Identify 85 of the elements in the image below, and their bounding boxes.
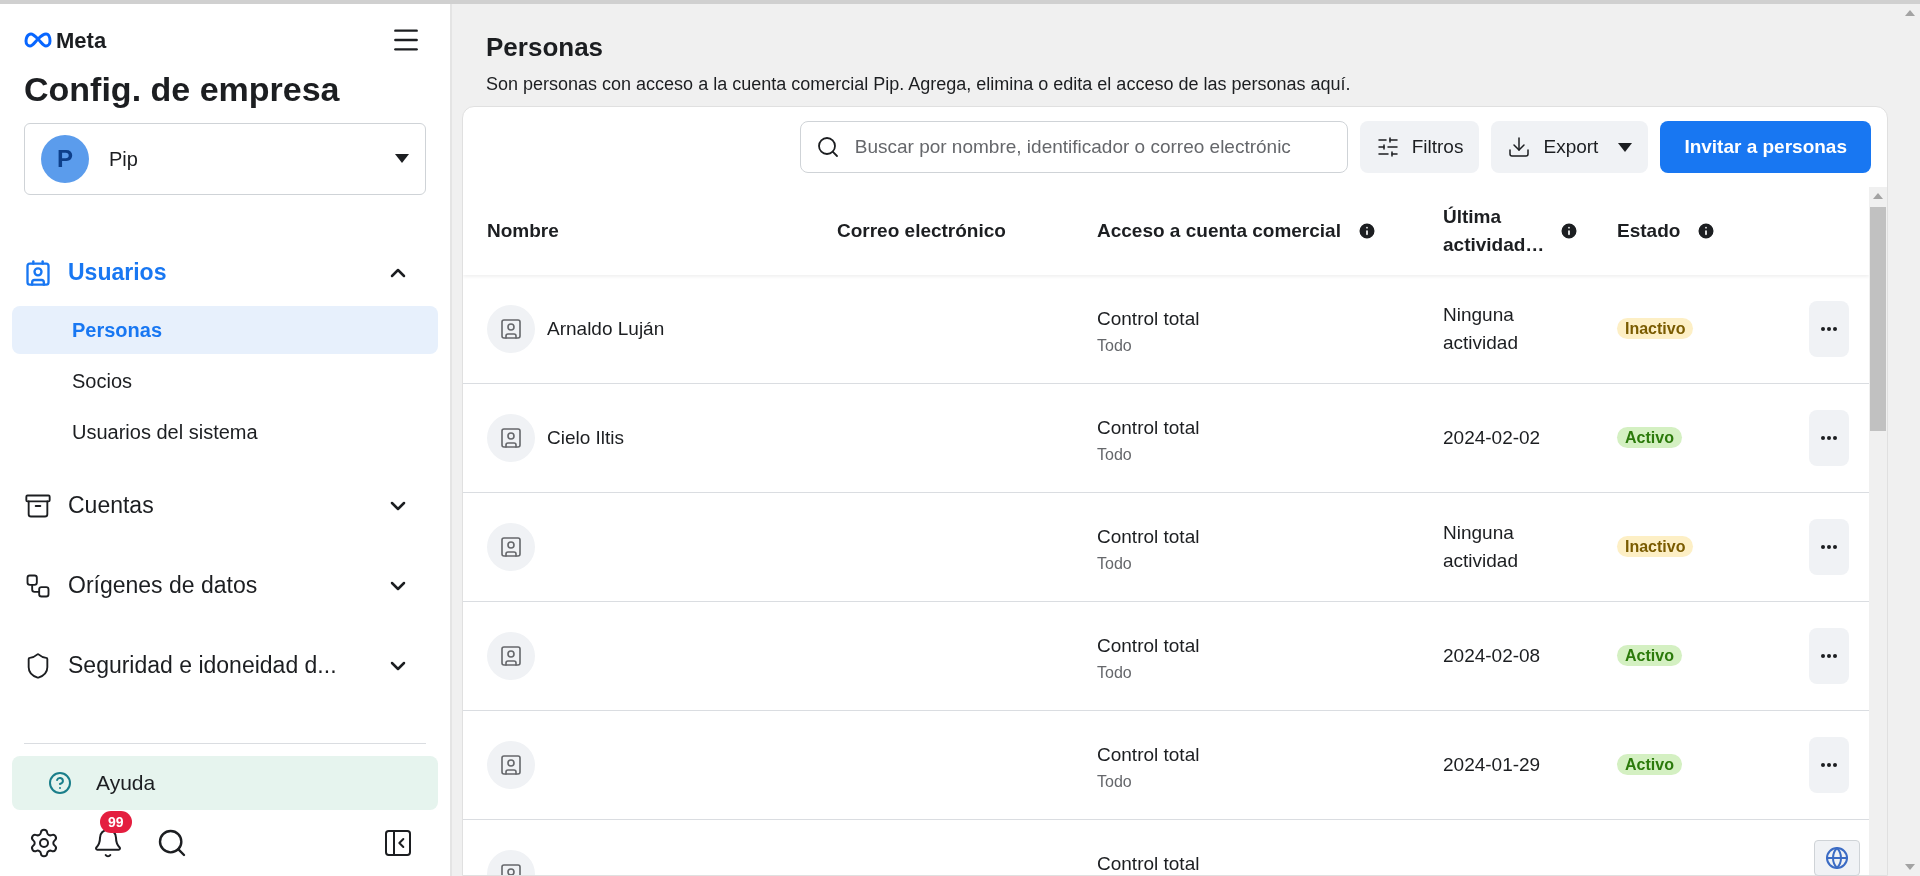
info-icon [1696,221,1717,241]
person-name: Arnaldo Luján [547,316,665,341]
brand-name: Meta [56,26,107,55]
more-button[interactable] [1809,737,1849,793]
nav-item[interactable]: Usuarios del sistema [12,407,438,456]
search-icon [815,135,840,159]
status-badge: Activo [1617,427,1682,448]
caret-down-icon [1618,142,1633,152]
more-button[interactable] [1809,301,1849,357]
more-icon [1821,436,1837,440]
invite-button[interactable]: Invitar a personas [1660,121,1871,173]
more-icon [1821,327,1837,331]
scroll-up-icon [1873,191,1883,199]
settings-icon [28,827,60,859]
nav-item[interactable]: Socios [12,356,438,405]
status-badge: Inactivo [1617,536,1694,557]
access-level: Control total [1097,634,1201,658]
more-icon [1821,763,1837,767]
column-header: Nombre [487,219,559,243]
column-header: Correo electrónico [837,219,1006,243]
sliders-icon [1375,135,1400,159]
infinity-logo-icon [24,31,52,49]
more-button[interactable] [1809,410,1849,466]
access-level: Control total [1097,525,1201,549]
download-icon [1507,135,1532,159]
id-card-icon [24,258,52,287]
filters-button[interactable]: Filtros [1359,121,1480,173]
nav-section[interactable]: Usuarios [0,242,450,303]
sidebar-title: Config. de empresa [23,69,341,110]
account-selector[interactable]: P Pip [24,122,426,195]
person-avatar [487,523,535,571]
access-scope: Todo [1097,444,1133,465]
access-scope: Todo [1097,553,1133,574]
access-scope: Todo [1097,662,1133,683]
scrollbar[interactable] [1869,187,1887,875]
access-level: Control total [1097,852,1201,875]
nav-item[interactable]: Personas [12,305,438,354]
nav-section[interactable]: Cuentas [0,475,450,536]
person-avatar [487,414,535,462]
person-avatar [487,741,535,789]
account-avatar: P [41,134,89,183]
scroll-down-icon [1905,864,1915,872]
settings-button[interactable] [28,827,60,859]
status-badge: Inactivo [1617,318,1694,339]
page-subtitle: Son personas con acceso a la cuenta comercial Pip. Agrega, elimina o edita el acceso de las personas aquí. [485,73,1352,96]
search-field[interactable]: Buscar por nombre, identificador o correo electrónic [799,121,1348,173]
search-button[interactable] [156,827,188,859]
caret-down-icon [395,154,409,163]
column-header: Estado [1617,219,1681,243]
collapse-sidebar-button[interactable] [382,827,414,859]
last-activity: Ninguna actividad [1443,303,1519,355]
export-button[interactable]: Export [1491,121,1649,173]
notification-count: 99 [100,811,132,833]
access-level: Control total [1097,416,1201,440]
column-header: Acceso a cuenta comercial [1097,219,1341,243]
last-activity: Ninguna actividad [1443,521,1519,573]
more-icon [1821,545,1837,549]
person-avatar [487,632,535,680]
more-icon [1821,654,1837,658]
globe-icon [1825,846,1849,870]
info-icon [1356,221,1377,241]
person-name: Cielo Iltis [547,425,625,450]
nav-section[interactable]: Seguridad e idoneidad d... [0,635,450,696]
status-badge: Activo [1617,754,1682,775]
person-avatar [487,305,535,353]
page-title: Personas [485,31,605,64]
last-activity: 2024-02-02 [1443,426,1542,450]
nav-section[interactable]: Orígenes de datos [0,555,450,616]
scroll-up-icon [1905,8,1915,16]
access-level: Control total [1097,307,1201,331]
access-scope: Todo [1097,335,1133,356]
help-button[interactable]: Ayuda [12,756,438,810]
language-button[interactable] [1814,840,1860,876]
column-header: Última actividad… [1443,205,1543,257]
sidebar-toggle-icon [382,827,414,859]
search-icon [156,827,188,859]
more-button[interactable] [1809,519,1849,575]
last-activity: 2024-02-08 [1443,644,1542,668]
info-icon [1559,221,1579,241]
access-scope: Todo [1097,771,1133,792]
last-activity: 2024-01-29 [1443,753,1542,777]
more-button[interactable] [1809,628,1849,684]
status-badge: Activo [1617,645,1682,666]
access-level: Control total [1097,743,1201,767]
help-icon [48,771,72,795]
